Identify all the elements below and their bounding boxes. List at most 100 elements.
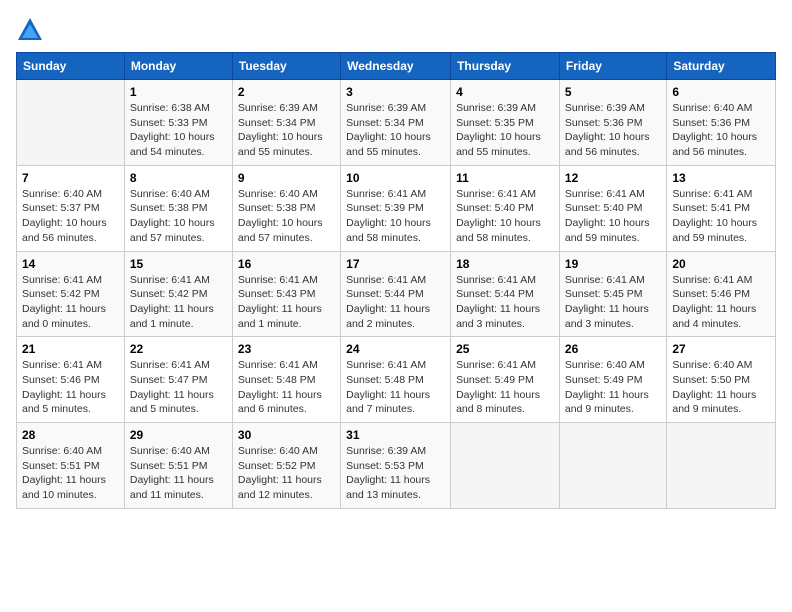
calendar-cell: 23 Sunrise: 6:41 AM Sunset: 5:48 PM Dayli… [232,337,340,423]
day-info: Sunrise: 6:41 AM Sunset: 5:41 PM Dayligh… [672,187,770,246]
day-info: Sunrise: 6:41 AM Sunset: 5:40 PM Dayligh… [565,187,661,246]
day-info: Sunrise: 6:40 AM Sunset: 5:37 PM Dayligh… [22,187,119,246]
day-info: Sunrise: 6:41 AM Sunset: 5:47 PM Dayligh… [130,358,227,417]
calendar-cell [559,423,666,509]
day-info: Sunrise: 6:41 AM Sunset: 5:40 PM Dayligh… [456,187,554,246]
day-number: 28 [22,428,119,442]
calendar-cell: 5 Sunrise: 6:39 AM Sunset: 5:36 PM Daylig… [559,80,666,166]
day-info: Sunrise: 6:40 AM Sunset: 5:50 PM Dayligh… [672,358,770,417]
week-row-3: 14 Sunrise: 6:41 AM Sunset: 5:42 PM Dayli… [17,251,776,337]
calendar-cell: 20 Sunrise: 6:41 AM Sunset: 5:46 PM Dayli… [667,251,776,337]
page-header [16,16,776,44]
day-number: 21 [22,342,119,356]
day-info: Sunrise: 6:39 AM Sunset: 5:36 PM Dayligh… [565,101,661,160]
calendar-cell: 9 Sunrise: 6:40 AM Sunset: 5:38 PM Daylig… [232,165,340,251]
calendar-cell: 8 Sunrise: 6:40 AM Sunset: 5:38 PM Daylig… [124,165,232,251]
day-info: Sunrise: 6:40 AM Sunset: 5:51 PM Dayligh… [130,444,227,503]
day-info: Sunrise: 6:41 AM Sunset: 5:46 PM Dayligh… [22,358,119,417]
day-info: Sunrise: 6:41 AM Sunset: 5:49 PM Dayligh… [456,358,554,417]
header-row: SundayMondayTuesdayWednesdayThursdayFrid… [17,53,776,80]
day-number: 14 [22,257,119,271]
calendar-cell: 11 Sunrise: 6:41 AM Sunset: 5:40 PM Dayli… [451,165,560,251]
day-number: 3 [346,85,445,99]
day-info: Sunrise: 6:39 AM Sunset: 5:53 PM Dayligh… [346,444,445,503]
day-number: 12 [565,171,661,185]
day-info: Sunrise: 6:41 AM Sunset: 5:42 PM Dayligh… [130,273,227,332]
calendar-cell: 18 Sunrise: 6:41 AM Sunset: 5:44 PM Dayli… [451,251,560,337]
week-row-5: 28 Sunrise: 6:40 AM Sunset: 5:51 PM Dayli… [17,423,776,509]
column-header-monday: Monday [124,53,232,80]
calendar-cell: 19 Sunrise: 6:41 AM Sunset: 5:45 PM Dayli… [559,251,666,337]
calendar-cell: 3 Sunrise: 6:39 AM Sunset: 5:34 PM Daylig… [341,80,451,166]
calendar-cell: 6 Sunrise: 6:40 AM Sunset: 5:36 PM Daylig… [667,80,776,166]
day-number: 10 [346,171,445,185]
day-number: 11 [456,171,554,185]
day-number: 20 [672,257,770,271]
day-info: Sunrise: 6:40 AM Sunset: 5:51 PM Dayligh… [22,444,119,503]
calendar-cell: 27Sunrise: 6:40 AM Sunset: 5:50 PM Dayli… [667,337,776,423]
day-number: 23 [238,342,335,356]
day-number: 25 [456,342,554,356]
calendar-cell: 28 Sunrise: 6:40 AM Sunset: 5:51 PM Dayli… [17,423,125,509]
day-number: 15 [130,257,227,271]
calendar-cell [451,423,560,509]
day-info: Sunrise: 6:41 AM Sunset: 5:48 PM Dayligh… [346,358,445,417]
day-number: 8 [130,171,227,185]
calendar-cell: 10 Sunrise: 6:41 AM Sunset: 5:39 PM Dayli… [341,165,451,251]
week-row-1: 1 Sunrise: 6:38 AM Sunset: 5:33 PM Daylig… [17,80,776,166]
calendar-cell [17,80,125,166]
calendar-cell: 29 Sunrise: 6:40 AM Sunset: 5:51 PM Dayli… [124,423,232,509]
day-number: 22 [130,342,227,356]
day-info: Sunrise: 6:41 AM Sunset: 5:46 PM Dayligh… [672,273,770,332]
calendar-cell: 14 Sunrise: 6:41 AM Sunset: 5:42 PM Dayli… [17,251,125,337]
day-info: Sunrise: 6:41 AM Sunset: 5:48 PM Dayligh… [238,358,335,417]
day-number: 29 [130,428,227,442]
day-number: 31 [346,428,445,442]
calendar-cell: 26Sunrise: 6:40 AM Sunset: 5:49 PM Dayli… [559,337,666,423]
day-info: Sunrise: 6:39 AM Sunset: 5:35 PM Dayligh… [456,101,554,160]
day-info: Sunrise: 6:40 AM Sunset: 5:38 PM Dayligh… [238,187,335,246]
column-header-friday: Friday [559,53,666,80]
day-number: 30 [238,428,335,442]
day-info: Sunrise: 6:41 AM Sunset: 5:39 PM Dayligh… [346,187,445,246]
column-header-thursday: Thursday [451,53,560,80]
logo [16,16,48,44]
week-row-4: 21 Sunrise: 6:41 AM Sunset: 5:46 PM Dayli… [17,337,776,423]
day-number: 24 [346,342,445,356]
day-info: Sunrise: 6:40 AM Sunset: 5:38 PM Dayligh… [130,187,227,246]
day-number: 1 [130,85,227,99]
calendar-cell: 30 Sunrise: 6:40 AM Sunset: 5:52 PM Dayli… [232,423,340,509]
day-info: Sunrise: 6:41 AM Sunset: 5:44 PM Dayligh… [346,273,445,332]
day-info: Sunrise: 6:40 AM Sunset: 5:52 PM Dayligh… [238,444,335,503]
column-header-tuesday: Tuesday [232,53,340,80]
day-number: 9 [238,171,335,185]
day-number: 17 [346,257,445,271]
day-info: Sunrise: 6:38 AM Sunset: 5:33 PM Dayligh… [130,101,227,160]
calendar-cell: 12 Sunrise: 6:41 AM Sunset: 5:40 PM Dayli… [559,165,666,251]
day-number: 7 [22,171,119,185]
calendar-cell: 1 Sunrise: 6:38 AM Sunset: 5:33 PM Daylig… [124,80,232,166]
day-info: Sunrise: 6:40 AM Sunset: 5:36 PM Dayligh… [672,101,770,160]
day-info: Sunrise: 6:41 AM Sunset: 5:42 PM Dayligh… [22,273,119,332]
day-number: 6 [672,85,770,99]
day-info: Sunrise: 6:41 AM Sunset: 5:43 PM Dayligh… [238,273,335,332]
day-number: 5 [565,85,661,99]
calendar-cell: 24 Sunrise: 6:41 AM Sunset: 5:48 PM Dayli… [341,337,451,423]
day-info: Sunrise: 6:41 AM Sunset: 5:44 PM Dayligh… [456,273,554,332]
calendar-cell: 2Sunrise: 6:39 AM Sunset: 5:34 PM Daylig… [232,80,340,166]
calendar-cell: 16Sunrise: 6:41 AM Sunset: 5:43 PM Dayli… [232,251,340,337]
day-number: 18 [456,257,554,271]
day-info: Sunrise: 6:39 AM Sunset: 5:34 PM Dayligh… [238,101,335,160]
day-number: 19 [565,257,661,271]
calendar-cell: 25 Sunrise: 6:41 AM Sunset: 5:49 PM Dayli… [451,337,560,423]
day-info: Sunrise: 6:39 AM Sunset: 5:34 PM Dayligh… [346,101,445,160]
day-number: 4 [456,85,554,99]
column-header-saturday: Saturday [667,53,776,80]
calendar-cell: 15 Sunrise: 6:41 AM Sunset: 5:42 PM Dayli… [124,251,232,337]
logo-icon [16,16,44,44]
day-info: Sunrise: 6:41 AM Sunset: 5:45 PM Dayligh… [565,273,661,332]
calendar-table: SundayMondayTuesdayWednesdayThursdayFrid… [16,52,776,509]
day-info: Sunrise: 6:40 AM Sunset: 5:49 PM Dayligh… [565,358,661,417]
day-number: 13 [672,171,770,185]
calendar-cell: 7 Sunrise: 6:40 AM Sunset: 5:37 PM Daylig… [17,165,125,251]
